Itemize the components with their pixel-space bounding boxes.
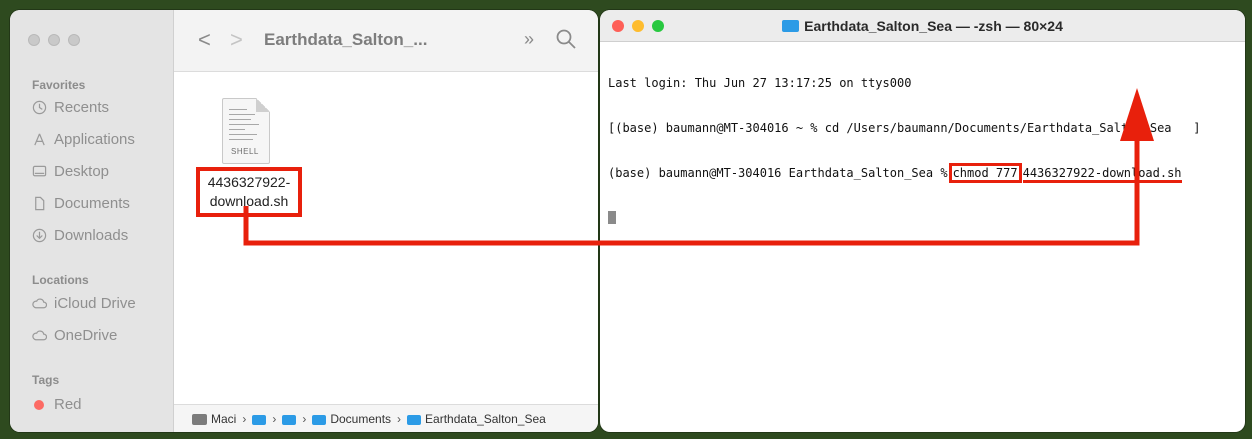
terminal-window: Earthdata_Salton_Sea — -zsh — 80×24 Last… <box>600 10 1245 432</box>
minimize-button[interactable] <box>48 34 60 46</box>
sidebar-item-recents[interactable]: Recents <box>32 99 109 116</box>
finder-toolbar: < > Earthdata_Salton_... » <box>174 10 598 72</box>
sidebar-item-label: Applications <box>54 131 135 148</box>
folder-icon <box>407 414 422 425</box>
sidebar-item-label: Documents <box>54 195 130 212</box>
favorites-header: Favorites <box>32 78 86 92</box>
terminal-line: Last login: Thu Jun 27 13:17:25 on ttys0… <box>608 76 912 90</box>
finder-file-area: SHELL 4436327922- download.sh <box>174 72 598 404</box>
terminal-titlebar: Earthdata_Salton_Sea — -zsh — 80×24 <box>600 10 1245 42</box>
forward-button[interactable]: > <box>230 27 243 53</box>
finder-window: Favorites Recents Applications Desktop D… <box>10 10 598 432</box>
path-separator: › <box>242 411 247 426</box>
sidebar-item-label: Recents <box>54 99 110 116</box>
document-icon <box>35 196 45 211</box>
close-button[interactable] <box>28 34 40 46</box>
download-icon <box>32 228 47 243</box>
sidebar-item-icloud-drive[interactable]: iCloud Drive <box>32 295 136 312</box>
cloud-icon <box>32 330 47 341</box>
locations-header: Locations <box>32 273 89 287</box>
script-filename-highlight: 4436327922-download.sh <box>1022 166 1182 183</box>
back-button[interactable]: < <box>198 27 211 53</box>
sidebar-item-onedrive[interactable]: OneDrive <box>32 327 117 344</box>
page-fold <box>256 98 270 112</box>
toolbar-overflow-button[interactable]: » <box>524 29 534 50</box>
text-cursor <box>608 211 616 224</box>
sidebar-item-desktop[interactable]: Desktop <box>32 163 109 180</box>
terminal-line: (base) baumann@MT-304016 Earthdata_Salto… <box>608 163 1241 183</box>
path-separator: › <box>397 411 402 426</box>
window-title: Earthdata_Salton_... <box>264 30 428 49</box>
path-bar: Maci › › › Documents › Earthdata_Salton_… <box>174 404 598 432</box>
folder-icon[interactable] <box>252 414 267 425</box>
sidebar-item-documents[interactable]: Documents <box>32 195 130 212</box>
sidebar-item-label: Red <box>54 396 82 413</box>
terminal-title: Earthdata_Salton_Sea — -zsh — 80×24 <box>600 18 1245 34</box>
folder-icon <box>312 414 327 425</box>
sidebar-item-downloads[interactable]: Downloads <box>32 227 128 244</box>
tags-header: Tags <box>32 373 60 387</box>
sidebar-item-label: Desktop <box>54 163 110 180</box>
sidebar-item-label: iCloud Drive <box>54 295 136 312</box>
terminal-output[interactable]: Last login: Thu Jun 27 13:17:25 on ttys0… <box>608 46 1241 432</box>
hard-drive-icon <box>192 414 207 425</box>
shell-prompt: (base) baumann@MT-304016 Earthdata_Salto… <box>608 166 948 180</box>
search-icon[interactable] <box>555 28 577 50</box>
path-separator: › <box>272 411 277 426</box>
chmod-command-highlight: chmod 777 <box>948 163 1022 183</box>
file-name-line: download.sh <box>209 193 289 209</box>
sidebar-item-applications[interactable]: Applications <box>32 131 135 148</box>
zoom-button[interactable] <box>68 34 80 46</box>
sidebar-item-label: Downloads <box>54 227 129 244</box>
terminal-title-text: Earthdata_Salton_Sea — -zsh — 80×24 <box>804 18 1063 34</box>
file-name-line: 4436327922- <box>207 174 291 190</box>
sidebar-item-label: OneDrive <box>54 327 118 344</box>
path-separator: › <box>302 411 307 426</box>
file-type-tag: SHELL <box>231 147 259 156</box>
folder-icon <box>782 20 800 32</box>
shell-script-file-icon[interactable]: SHELL <box>222 98 270 164</box>
window-controls <box>28 34 80 46</box>
clock-icon <box>32 100 47 115</box>
cloud-icon <box>32 298 47 309</box>
red-tag-icon <box>34 399 44 410</box>
folder-icon[interactable] <box>282 414 297 425</box>
file-name-label[interactable]: 4436327922- download.sh <box>196 167 302 217</box>
finder-sidebar: Favorites Recents Applications Desktop D… <box>10 10 174 432</box>
path-item-documents[interactable]: Documents <box>330 412 391 426</box>
path-item-folder[interactable]: Earthdata_Salton_Sea <box>425 412 546 426</box>
sidebar-item-tag-red[interactable]: Red <box>32 396 82 413</box>
desktop-icon <box>32 165 47 177</box>
applications-icon <box>34 133 45 146</box>
terminal-line <box>608 211 1241 226</box>
path-item-drive[interactable]: Maci <box>211 412 236 426</box>
terminal-line: [(base) baumann@MT-304016 ~ % cd /Users/… <box>608 121 1201 135</box>
